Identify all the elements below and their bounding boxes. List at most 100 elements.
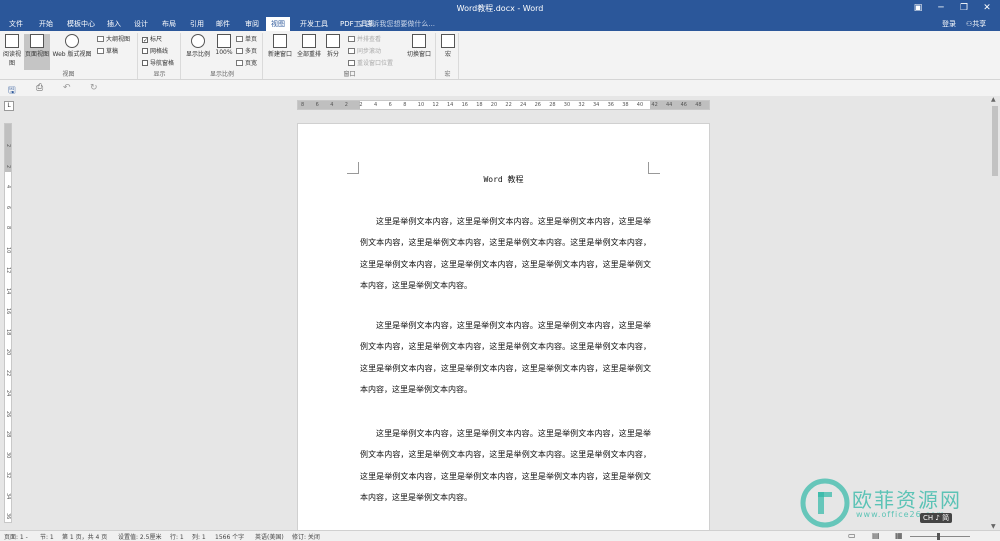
ruler-tick-label: 28 bbox=[549, 102, 556, 108]
menu-view[interactable]: 视图 bbox=[266, 17, 290, 31]
split-icon bbox=[326, 34, 340, 48]
menu-design[interactable]: 设计 bbox=[129, 17, 153, 31]
menu-home[interactable]: 开始 bbox=[34, 17, 58, 31]
status-page-section[interactable]: 页面: 1 - bbox=[4, 532, 28, 541]
read-mode-label: 阅读视图 bbox=[2, 51, 21, 67]
paragraph[interactable]: 这里是举例文本内容，这里是举例文本内容。这里是举例文本内容，这里是举例文本内容，… bbox=[360, 315, 651, 400]
tab-selector-button[interactable]: L bbox=[4, 101, 14, 111]
switch-window-label: 切换窗口 bbox=[406, 51, 431, 58]
document-header[interactable]: Word 教程 bbox=[298, 174, 709, 185]
vertical-scrollbar[interactable]: ▲ ▼ bbox=[990, 96, 1000, 530]
document-page[interactable]: Word 教程 这里是举例文本内容，这里是举例文本内容。这里是举例文本内容，这里… bbox=[297, 123, 710, 533]
menu-mailings[interactable]: 邮件 bbox=[211, 17, 235, 31]
page-width-icon bbox=[236, 60, 243, 66]
ruler-tick-label: 48 bbox=[695, 102, 702, 108]
status-section[interactable]: 节: 1 bbox=[40, 532, 54, 541]
redo-icon[interactable]: ↻ bbox=[90, 83, 98, 93]
status-row[interactable]: 行: 1 bbox=[170, 532, 184, 541]
read-mode-button[interactable]: 阅读视图 bbox=[2, 34, 22, 67]
ruler-tick-label: 38 bbox=[622, 102, 629, 108]
paragraph[interactable]: 这里是举例文本内容，这里是举例文本内容。这里是举例文本内容，这里是举例文本内容，… bbox=[360, 423, 651, 508]
zoom-slider[interactable] bbox=[910, 536, 970, 537]
ruler-tick-label: 6 bbox=[5, 205, 11, 209]
read-mode-icon bbox=[5, 34, 19, 48]
ruler-tick-label: 36 bbox=[607, 102, 614, 108]
menu-template-center[interactable]: 模板中心 bbox=[62, 17, 100, 31]
paragraph[interactable]: 这里是举例文本内容，这里是举例文本内容。这里是举例文本内容，这里是举例文本内容，… bbox=[360, 211, 651, 296]
page-width-button[interactable]: 页宽 bbox=[236, 59, 257, 69]
tell-me-input[interactable]: ♀ 告诉我您想要做什么... bbox=[358, 17, 435, 31]
zoom-label: 显示比例 bbox=[185, 51, 210, 58]
menu-references[interactable]: 引用 bbox=[185, 17, 209, 31]
navpane-label: 导航窗格 bbox=[150, 60, 175, 67]
menu-review[interactable]: 审阅 bbox=[240, 17, 264, 31]
minimize-icon[interactable]: ─ bbox=[930, 0, 952, 17]
web-layout-icon bbox=[65, 34, 79, 48]
side-by-side-icon bbox=[348, 36, 355, 42]
close-icon[interactable]: ✕ bbox=[976, 0, 998, 17]
sync-scroll-button[interactable]: 同步滚动 bbox=[348, 47, 381, 57]
draft-button[interactable]: 草稿 bbox=[97, 47, 118, 57]
scroll-up-icon[interactable]: ▲ bbox=[991, 96, 996, 103]
zoom-group-label: 显示比例 bbox=[209, 71, 234, 78]
web-layout-status-icon[interactable]: ▦ bbox=[895, 531, 903, 540]
one-page-label: 单页 bbox=[245, 36, 258, 43]
reset-window-button[interactable]: 重设窗口位置 bbox=[348, 59, 393, 69]
zoom-group: 显示比例 100% 单页 多页 页宽 显示比例 bbox=[182, 33, 263, 79]
zoom-button[interactable]: 显示比例 bbox=[184, 34, 212, 58]
sync-scroll-icon bbox=[348, 48, 355, 54]
print-layout-status-icon[interactable]: ▤ bbox=[872, 531, 880, 540]
split-button[interactable]: 拆分 bbox=[324, 34, 342, 58]
web-layout-button[interactable]: Web 版式视图 bbox=[52, 34, 92, 58]
navpane-checkbox[interactable]: 导航窗格 bbox=[142, 59, 174, 69]
window-group-label: 窗口 bbox=[343, 71, 356, 78]
restore-icon[interactable]: ❐ bbox=[953, 0, 975, 17]
macros-button[interactable]: 宏 bbox=[439, 34, 457, 58]
draft-icon bbox=[97, 48, 104, 54]
read-mode-status-icon[interactable]: ▭ bbox=[848, 531, 856, 540]
show-group: ✓ 标尺 网格线 导航窗格 显示 bbox=[139, 33, 181, 79]
outline-button[interactable]: 大纲视图 bbox=[97, 35, 130, 45]
ribbon-display-options-icon[interactable]: ▣ bbox=[907, 0, 929, 17]
new-window-label: 新建窗口 bbox=[267, 51, 292, 58]
gridlines-checkbox[interactable]: 网格线 bbox=[142, 47, 168, 57]
ruler-tick-label: 26 bbox=[534, 102, 541, 108]
print-preview-icon[interactable]: ⎙ bbox=[36, 83, 43, 93]
scrollbar-thumb[interactable] bbox=[992, 106, 998, 176]
ruler-checkbox[interactable]: ✓ 标尺 bbox=[142, 35, 162, 45]
menu-insert[interactable]: 插入 bbox=[102, 17, 126, 31]
horizontal-ruler[interactable]: 8 6 4 2 2 4 6 8 10 12 14 16 18 20 22 24 26 28 30 32 34 36 38 40… bbox=[297, 100, 710, 110]
ime-indicator[interactable]: CH ♪ 简 bbox=[920, 513, 953, 523]
share-button[interactable]: ⚇共享 bbox=[966, 17, 986, 31]
ruler-tick-label: 10 bbox=[5, 246, 11, 253]
menu-file[interactable]: 文件 bbox=[4, 17, 28, 31]
ruler-tick-label: 6 bbox=[388, 102, 392, 108]
vertical-ruler[interactable]: 2 2 4 6 8 10 12 14 16 18 20 22 24 26 28 30 32 34 36 bbox=[4, 123, 12, 523]
checkbox-box bbox=[142, 60, 148, 66]
status-language[interactable]: 英语(美国) bbox=[255, 532, 284, 541]
one-page-button[interactable]: 单页 bbox=[236, 35, 257, 45]
side-by-side-button[interactable]: 并排查看 bbox=[348, 35, 381, 45]
zoom-100-button[interactable]: 100% bbox=[214, 34, 234, 56]
menu-developer[interactable]: 开发工具 bbox=[295, 17, 333, 31]
status-track-changes[interactable]: 修订: 关闭 bbox=[292, 532, 320, 541]
switch-window-button[interactable]: 切换窗口 bbox=[404, 34, 434, 58]
status-column[interactable]: 列: 1 bbox=[192, 532, 206, 541]
arrange-all-button[interactable]: 全部重排 bbox=[295, 34, 323, 58]
status-word-count[interactable]: 1566 个字 bbox=[215, 532, 244, 541]
print-layout-button[interactable]: 页面视图 bbox=[24, 34, 50, 70]
new-window-button[interactable]: 新建窗口 bbox=[266, 34, 294, 58]
multiple-pages-button[interactable]: 多页 bbox=[236, 47, 257, 57]
ruler-tick-label: 22 bbox=[505, 102, 512, 108]
ruler-tick-label: 44 bbox=[666, 102, 673, 108]
login-link[interactable]: 登录 bbox=[942, 17, 956, 31]
magnifier-icon bbox=[191, 34, 205, 48]
zoom-slider-thumb[interactable] bbox=[937, 533, 940, 540]
switch-window-icon bbox=[412, 34, 426, 48]
save-icon[interactable]: 🖫 bbox=[8, 83, 16, 99]
status-setting[interactable]: 设置值: 2.5厘米 bbox=[118, 532, 161, 541]
ruler-tick-label: 24 bbox=[5, 390, 11, 397]
menu-layout[interactable]: 布局 bbox=[157, 17, 181, 31]
undo-icon[interactable]: ↶ bbox=[63, 83, 71, 93]
status-page-count[interactable]: 第 1 页，共 4 页 bbox=[62, 532, 107, 541]
